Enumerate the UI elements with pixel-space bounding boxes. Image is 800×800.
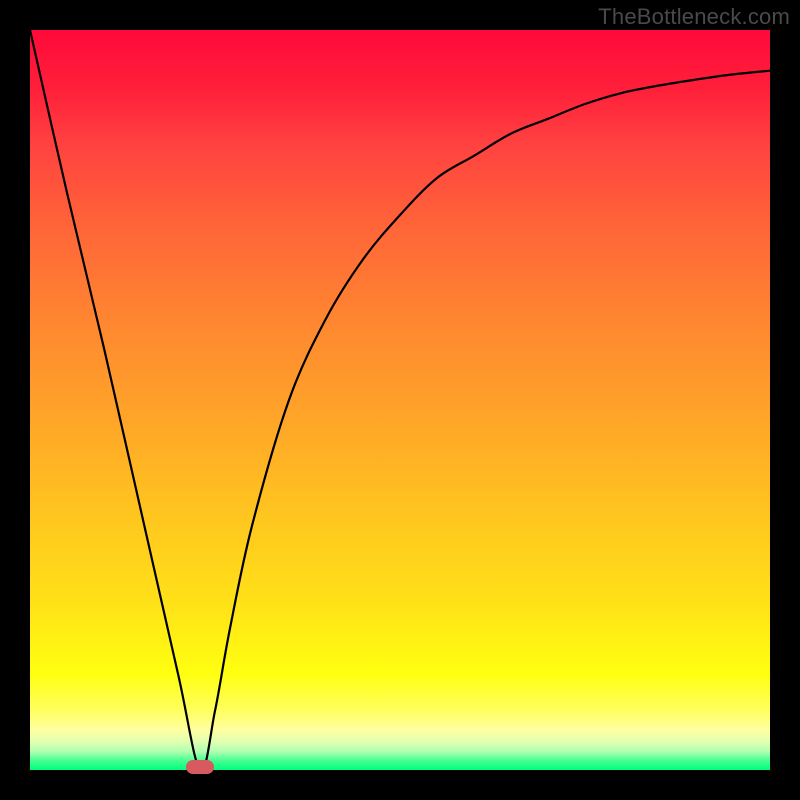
chart-frame: TheBottleneck.com: [0, 0, 800, 800]
watermark-text: TheBottleneck.com: [598, 4, 790, 30]
optimum-marker: [186, 760, 214, 774]
plot-area: [30, 30, 770, 770]
